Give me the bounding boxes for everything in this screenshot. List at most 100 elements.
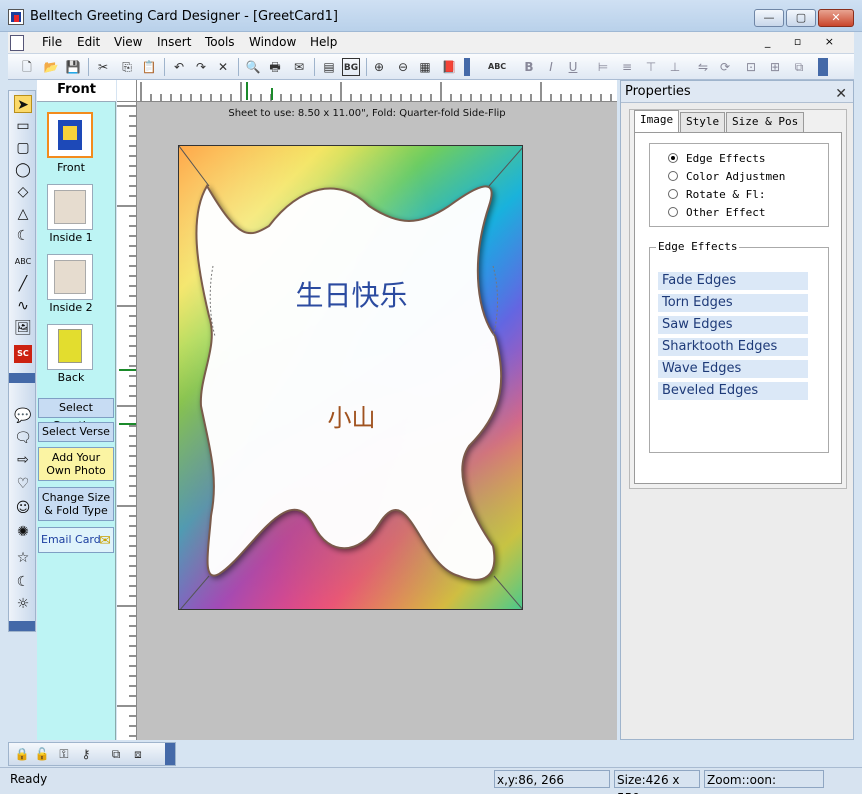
book-icon[interactable]: 📕 (440, 58, 458, 76)
heart-icon[interactable]: ♡ (14, 475, 32, 493)
group-icon[interactable]: ⊡ (742, 58, 760, 76)
clipart-icon[interactable]: SC (14, 345, 32, 363)
copy-icon[interactable]: ⎘ (118, 58, 136, 76)
toolbar-grip-3[interactable] (165, 743, 175, 765)
save-icon[interactable]: 💾 (64, 58, 82, 76)
edge-torn[interactable]: Torn Edges (658, 294, 808, 312)
doc-icon[interactable] (10, 35, 24, 51)
change-size-button[interactable]: Change Size & Fold Type (38, 487, 114, 521)
flip-icon[interactable]: ⇋ (694, 58, 712, 76)
zoom-in-icon[interactable]: ⊕ (370, 58, 388, 76)
ungroup-icon[interactable]: ⊞ (766, 58, 784, 76)
cut-icon[interactable]: ✂ (94, 58, 112, 76)
close-icon[interactable]: ✕ (835, 83, 847, 105)
callout-icon[interactable]: 💬 (14, 407, 32, 425)
toolbar-grip-2[interactable] (9, 621, 35, 631)
lock-icon[interactable]: 🔒 (13, 745, 31, 763)
lock-all-icon[interactable]: ⚿ (55, 745, 73, 763)
page-thumb-front[interactable] (47, 112, 93, 158)
curve-icon[interactable]: ∿ (14, 297, 32, 315)
add-photo-button[interactable]: Add Your Own Photo (38, 447, 114, 481)
open-icon[interactable]: 📂 (42, 58, 60, 76)
align-top-icon[interactable]: ⊤ (642, 58, 660, 76)
select-verse-button[interactable]: Select Verse (38, 422, 114, 442)
italic-icon[interactable]: I (542, 58, 560, 76)
thought-bubble-icon[interactable]: 🗨 (14, 429, 32, 447)
rotate-icon[interactable]: ⟳ (716, 58, 734, 76)
radio-edge-effects[interactable]: Edge Effects (668, 152, 765, 165)
menu-file[interactable]: File (42, 35, 62, 49)
ellipse-icon[interactable]: ◯ (14, 161, 32, 179)
document-window-controls[interactable]: _ ▫ × (765, 35, 844, 48)
email-icon[interactable]: ✉ (290, 58, 308, 76)
sun-icon[interactable]: ☼ (14, 595, 32, 613)
email-card-button[interactable]: Email Card ✉ (38, 527, 114, 553)
spell-check-icon[interactable]: ABC (488, 58, 506, 76)
star-icon[interactable]: ☆ (14, 549, 32, 567)
undo-icon[interactable]: ↶ (170, 58, 188, 76)
pointer-icon[interactable]: ➤ (14, 95, 32, 113)
toolbar-grip[interactable] (9, 373, 35, 383)
radio-color-adjustment[interactable]: Color Adjustmen (668, 170, 785, 183)
line-icon[interactable]: ╱ (14, 275, 32, 293)
radio-other-effect[interactable]: Other Effect (668, 206, 765, 219)
tab-image[interactable]: Image (634, 110, 680, 132)
maximize-button[interactable]: ▢ (786, 9, 816, 27)
menu-view[interactable]: View (114, 35, 142, 49)
edge-beveled[interactable]: Beveled Edges (658, 382, 808, 400)
menu-help[interactable]: Help (310, 35, 337, 49)
delete-icon[interactable]: ✕ (214, 58, 232, 76)
menu-insert[interactable]: Insert (157, 35, 191, 49)
grid-icon[interactable]: ▦ (416, 58, 434, 76)
properties-icon[interactable]: ▤ (320, 58, 338, 76)
edge-wave[interactable]: Wave Edges (658, 360, 808, 378)
zoom-out-icon[interactable]: ⊖ (394, 58, 412, 76)
align-center-icon[interactable]: ≡ (618, 58, 636, 76)
unlock-icon[interactable]: 🔓 (33, 745, 51, 763)
tab-style[interactable]: Style (680, 112, 726, 132)
paste-icon[interactable]: 📋 (140, 58, 158, 76)
minimize-button[interactable]: — (754, 9, 784, 27)
edge-fade[interactable]: Fade Edges (658, 272, 808, 290)
menu-edit[interactable]: Edit (77, 35, 100, 49)
close-button[interactable]: ✕ (818, 9, 854, 27)
diamond-icon[interactable]: ◇ (14, 183, 32, 201)
menu-window[interactable]: Window (249, 35, 296, 49)
align-bottom-icon[interactable]: ⊥ (666, 58, 684, 76)
greeting-text[interactable]: 生日快乐 (179, 274, 522, 314)
rectangle-icon[interactable]: ▭ (14, 117, 32, 135)
rounded-rect-icon[interactable]: ▢ (14, 139, 32, 157)
underline-icon[interactable]: U (564, 58, 582, 76)
burst-icon[interactable]: ✺ (14, 523, 32, 541)
order-icon[interactable]: ⧉ (790, 58, 808, 76)
edge-saw[interactable]: Saw Edges (658, 316, 808, 334)
print-preview-icon[interactable]: 🔍 (244, 58, 262, 76)
triangle-icon[interactable]: △ (14, 205, 32, 223)
redo-icon[interactable]: ↷ (192, 58, 210, 76)
unlock-all-icon[interactable]: ⚷ (77, 745, 95, 763)
text-tool-icon[interactable]: ABC (14, 253, 32, 271)
background-icon[interactable]: BG (342, 58, 360, 76)
arrow-shape-icon[interactable]: ⇨ (14, 451, 32, 469)
name-text[interactable]: 小山 (179, 398, 522, 433)
page-thumb-back[interactable] (47, 324, 93, 370)
tab-size-pos[interactable]: Size & Pos (726, 112, 805, 132)
app-icon[interactable] (8, 9, 24, 25)
bold-icon[interactable]: B (520, 58, 538, 76)
canvas-area[interactable]: Sheet to use: 8.50 x 11.00", Fold: Quart… (117, 80, 617, 740)
page-thumb-inside-1[interactable] (47, 184, 93, 230)
send-back-icon[interactable]: ⧈ (129, 745, 147, 763)
new-icon[interactable]: 🗋 (18, 58, 36, 76)
menu-tools[interactable]: Tools (205, 35, 235, 49)
page-thumb-inside-2[interactable] (47, 254, 93, 300)
freeform-icon[interactable]: ☾ (14, 227, 32, 245)
edge-sharktooth[interactable]: Sharktooth Edges (658, 338, 808, 356)
greeting-card[interactable]: 生日快乐 小山 (178, 145, 523, 610)
radio-rotate-flip[interactable]: Rotate & Fl: (668, 188, 765, 201)
print-icon[interactable]: 🖶 (266, 58, 284, 76)
select-greeting-button[interactable]: Select Greeting (38, 398, 114, 432)
image-icon[interactable]: 🖼 (14, 319, 32, 337)
moon-icon[interactable]: ☾ (14, 573, 32, 591)
align-left-icon[interactable]: ⊨ (594, 58, 612, 76)
bring-front-icon[interactable]: ⧉ (107, 745, 125, 763)
